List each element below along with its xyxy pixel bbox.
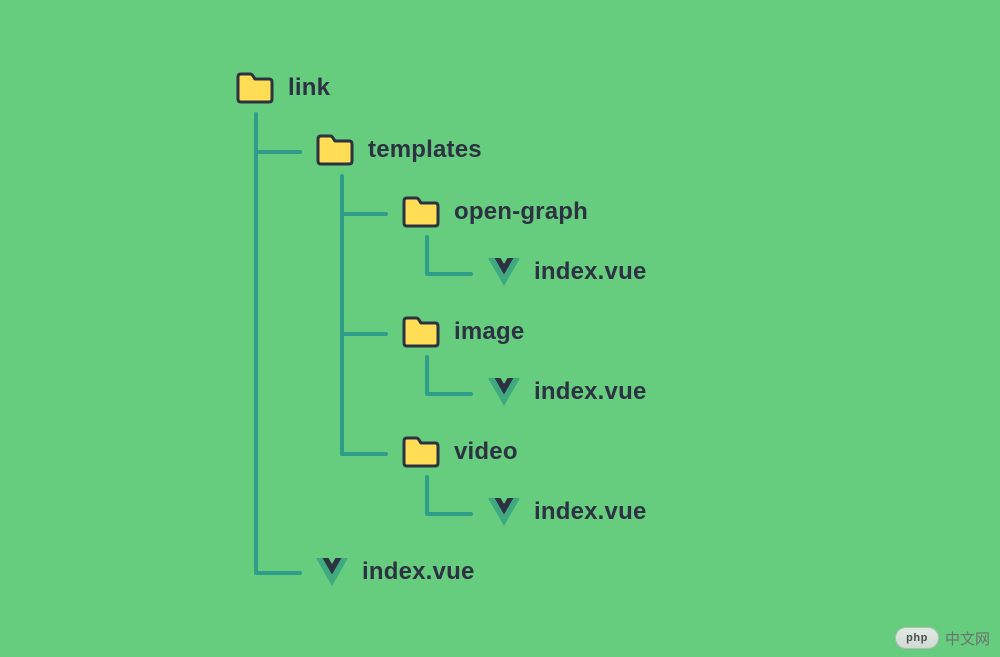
- folder-icon: [402, 436, 440, 468]
- tree-connector: [254, 150, 302, 154]
- tree-node-label: index.vue: [534, 378, 647, 406]
- watermark-text: 中文网: [945, 628, 990, 649]
- folder-icon: [402, 316, 440, 348]
- tree-connector: [340, 174, 344, 456]
- tree-node-index-vue: index.vue: [488, 378, 647, 406]
- folder-icon: [316, 134, 354, 166]
- tree-node-open-graph: open-graph: [402, 196, 588, 228]
- tree-node-index-vue: index.vue: [488, 498, 647, 526]
- tree-connector: [254, 112, 258, 574]
- tree-node-link: link: [236, 72, 330, 104]
- tree-node-label: index.vue: [534, 258, 647, 286]
- tree-node-index-vue: index.vue: [316, 558, 475, 586]
- tree-connector: [340, 212, 388, 216]
- vue-icon: [488, 378, 520, 406]
- tree-node-label: index.vue: [534, 498, 647, 526]
- tree-node-image: image: [402, 316, 524, 348]
- watermark-logo: php: [895, 627, 939, 649]
- tree-connector: [340, 452, 388, 456]
- tree-node-label: templates: [368, 136, 482, 164]
- tree-connector: [254, 571, 302, 575]
- watermark: php 中文网: [895, 627, 990, 649]
- tree-node-label: link: [288, 74, 330, 102]
- vue-icon: [488, 498, 520, 526]
- vue-icon: [316, 558, 348, 586]
- tree-node-templates: templates: [316, 134, 482, 166]
- tree-connector: [425, 392, 473, 396]
- tree-node-video: video: [402, 436, 518, 468]
- tree-connector: [425, 355, 429, 395]
- tree-connector: [425, 235, 429, 275]
- tree-node-label: open-graph: [454, 198, 588, 226]
- file-tree: link templates open-graph index.vue imag…: [0, 0, 1000, 72]
- folder-icon: [402, 196, 440, 228]
- vue-icon: [488, 258, 520, 286]
- tree-connector: [425, 272, 473, 276]
- tree-connector: [340, 332, 388, 336]
- tree-node-label: image: [454, 318, 524, 346]
- tree-connector: [425, 475, 429, 515]
- tree-node-label: video: [454, 438, 518, 466]
- folder-icon: [236, 72, 274, 104]
- tree-node-index-vue: index.vue: [488, 258, 647, 286]
- tree-node-label: index.vue: [362, 558, 475, 586]
- tree-connector: [425, 512, 473, 516]
